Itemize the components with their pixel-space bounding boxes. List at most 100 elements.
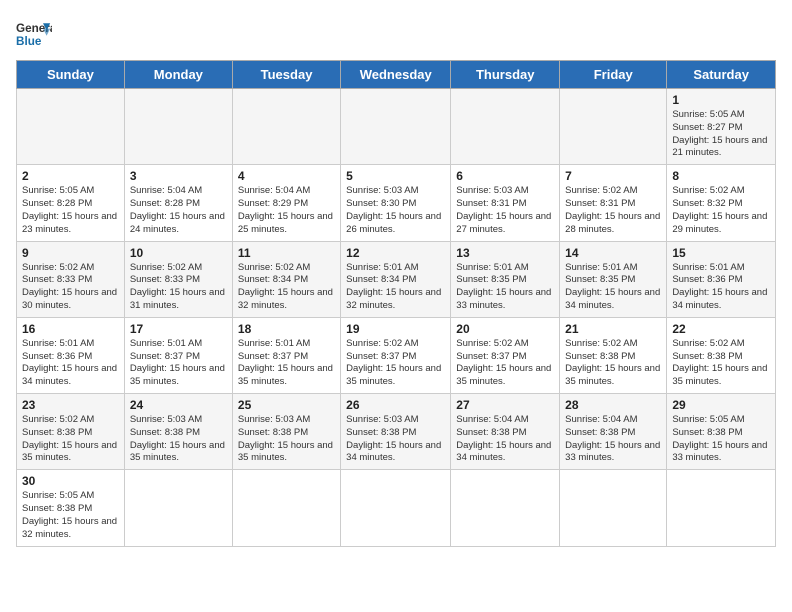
- calendar-cell: 13 Sunrise: 5:01 AM Sunset: 8:35 PM Dayli…: [451, 241, 560, 317]
- calendar-cell: [124, 89, 232, 165]
- header: General Blue: [16, 16, 776, 52]
- days-header-row: SundayMondayTuesdayWednesdayThursdayFrid…: [17, 61, 776, 89]
- day-number: 26: [346, 398, 445, 412]
- day-info: Sunrise: 5:01 AM Sunset: 8:36 PM Dayligh…: [672, 262, 770, 313]
- day-info: Sunrise: 5:03 AM Sunset: 8:38 PM Dayligh…: [238, 414, 335, 465]
- calendar-cell: 3Sunrise: 5:04 AM Sunset: 8:28 PM Daylig…: [124, 165, 232, 241]
- calendar-cell: 25 Sunrise: 5:03 AM Sunset: 8:38 PM Dayli…: [232, 394, 340, 470]
- day-info: Sunrise: 5:02 AM Sunset: 8:38 PM Dayligh…: [565, 338, 661, 389]
- day-number: 8: [672, 169, 770, 183]
- day-number: 10: [130, 246, 227, 260]
- day-info: Sunrise: 5:05 AM Sunset: 8:38 PM Dayligh…: [22, 490, 119, 541]
- day-info: Sunrise: 5:02 AM Sunset: 8:31 PM Dayligh…: [565, 185, 661, 236]
- day-number: 16: [22, 322, 119, 336]
- day-info: Sunrise: 5:01 AM Sunset: 8:36 PM Dayligh…: [22, 338, 119, 389]
- calendar-cell: [17, 89, 125, 165]
- day-number: 24: [130, 398, 227, 412]
- calendar-cell: [560, 470, 667, 546]
- day-info: Sunrise: 5:02 AM Sunset: 8:32 PM Dayligh…: [672, 185, 770, 236]
- calendar-cell: 17 Sunrise: 5:01 AM Sunset: 8:37 PM Dayli…: [124, 317, 232, 393]
- calendar-cell: 12 Sunrise: 5:01 AM Sunset: 8:34 PM Dayli…: [341, 241, 451, 317]
- day-number: 17: [130, 322, 227, 336]
- day-info: Sunrise: 5:05 AM Sunset: 8:38 PM Dayligh…: [672, 414, 770, 465]
- logo-icon: General Blue: [16, 16, 52, 52]
- calendar-cell: 1 Sunrise: 5:05 AM Sunset: 8:27 PM Daylig…: [667, 89, 776, 165]
- day-info: Sunrise: 5:03 AM Sunset: 8:30 PM Dayligh…: [346, 185, 445, 236]
- calendar-cell: [451, 89, 560, 165]
- day-info: Sunrise: 5:02 AM Sunset: 8:34 PM Dayligh…: [238, 262, 335, 313]
- day-number: 5: [346, 169, 445, 183]
- week-row-5: 23Sunrise: 5:02 AM Sunset: 8:38 PM Dayli…: [17, 394, 776, 470]
- calendar-cell: 18 Sunrise: 5:01 AM Sunset: 8:37 PM Dayli…: [232, 317, 340, 393]
- day-info: Sunrise: 5:02 AM Sunset: 8:33 PM Dayligh…: [22, 262, 119, 313]
- day-number: 25: [238, 398, 335, 412]
- calendar-cell: 19 Sunrise: 5:02 AM Sunset: 8:37 PM Dayli…: [341, 317, 451, 393]
- svg-text:Blue: Blue: [16, 35, 42, 48]
- calendar-cell: [341, 470, 451, 546]
- day-header-wednesday: Wednesday: [341, 61, 451, 89]
- day-header-tuesday: Tuesday: [232, 61, 340, 89]
- calendar-cell: 6 Sunrise: 5:03 AM Sunset: 8:31 PM Daylig…: [451, 165, 560, 241]
- day-number: 3: [130, 169, 227, 183]
- calendar-cell: [667, 470, 776, 546]
- day-number: 12: [346, 246, 445, 260]
- day-info: Sunrise: 5:03 AM Sunset: 8:31 PM Dayligh…: [456, 185, 554, 236]
- day-number: 6: [456, 169, 554, 183]
- day-number: 19: [346, 322, 445, 336]
- day-number: 13: [456, 246, 554, 260]
- calendar-cell: 7 Sunrise: 5:02 AM Sunset: 8:31 PM Daylig…: [560, 165, 667, 241]
- day-info: Sunrise: 5:05 AM Sunset: 8:28 PM Dayligh…: [22, 185, 119, 236]
- day-info: Sunrise: 5:04 AM Sunset: 8:29 PM Dayligh…: [238, 185, 335, 236]
- calendar-cell: [232, 470, 340, 546]
- calendar-cell: 5 Sunrise: 5:03 AM Sunset: 8:30 PM Daylig…: [341, 165, 451, 241]
- day-number: 18: [238, 322, 335, 336]
- day-header-monday: Monday: [124, 61, 232, 89]
- day-header-sunday: Sunday: [17, 61, 125, 89]
- day-info: Sunrise: 5:02 AM Sunset: 8:37 PM Dayligh…: [346, 338, 445, 389]
- calendar-cell: 14 Sunrise: 5:01 AM Sunset: 8:35 PM Dayli…: [560, 241, 667, 317]
- day-header-friday: Friday: [560, 61, 667, 89]
- week-row-2: 2 Sunrise: 5:05 AM Sunset: 8:28 PM Daylig…: [17, 165, 776, 241]
- day-info: Sunrise: 5:03 AM Sunset: 8:38 PM Dayligh…: [346, 414, 445, 465]
- calendar-cell: 4 Sunrise: 5:04 AM Sunset: 8:29 PM Daylig…: [232, 165, 340, 241]
- calendar-cell: 22Sunrise: 5:02 AM Sunset: 8:38 PM Dayli…: [667, 317, 776, 393]
- day-info: Sunrise: 5:05 AM Sunset: 8:27 PM Dayligh…: [672, 109, 770, 160]
- calendar-cell: 8 Sunrise: 5:02 AM Sunset: 8:32 PM Daylig…: [667, 165, 776, 241]
- calendar-cell: 24 Sunrise: 5:03 AM Sunset: 8:38 PM Dayli…: [124, 394, 232, 470]
- calendar-cell: [560, 89, 667, 165]
- day-number: 21: [565, 322, 661, 336]
- calendar-table: SundayMondayTuesdayWednesdayThursdayFrid…: [16, 60, 776, 547]
- calendar-cell: [451, 470, 560, 546]
- day-info: Sunrise: 5:01 AM Sunset: 8:35 PM Dayligh…: [456, 262, 554, 313]
- day-info: Sunrise: 5:03 AM Sunset: 8:38 PM Dayligh…: [130, 414, 227, 465]
- calendar-cell: 21 Sunrise: 5:02 AM Sunset: 8:38 PM Dayli…: [560, 317, 667, 393]
- calendar-cell: 11 Sunrise: 5:02 AM Sunset: 8:34 PM Dayli…: [232, 241, 340, 317]
- day-info: Sunrise: 5:01 AM Sunset: 8:37 PM Dayligh…: [238, 338, 335, 389]
- day-number: 14: [565, 246, 661, 260]
- day-info: Sunrise: 5:02 AM Sunset: 8:38 PM Dayligh…: [22, 414, 119, 465]
- calendar-cell: 10Sunrise: 5:02 AM Sunset: 8:33 PM Dayli…: [124, 241, 232, 317]
- calendar-cell: 28Sunrise: 5:04 AM Sunset: 8:38 PM Dayli…: [560, 394, 667, 470]
- day-info: Sunrise: 5:01 AM Sunset: 8:34 PM Dayligh…: [346, 262, 445, 313]
- logo: General Blue: [16, 16, 52, 52]
- week-row-1: 1 Sunrise: 5:05 AM Sunset: 8:27 PM Daylig…: [17, 89, 776, 165]
- day-info: Sunrise: 5:04 AM Sunset: 8:38 PM Dayligh…: [456, 414, 554, 465]
- day-number: 2: [22, 169, 119, 183]
- day-number: 15: [672, 246, 770, 260]
- day-number: 11: [238, 246, 335, 260]
- day-info: Sunrise: 5:01 AM Sunset: 8:37 PM Dayligh…: [130, 338, 227, 389]
- day-info: Sunrise: 5:02 AM Sunset: 8:37 PM Dayligh…: [456, 338, 554, 389]
- day-number: 30: [22, 474, 119, 488]
- day-info: Sunrise: 5:01 AM Sunset: 8:35 PM Dayligh…: [565, 262, 661, 313]
- calendar-cell: 23Sunrise: 5:02 AM Sunset: 8:38 PM Dayli…: [17, 394, 125, 470]
- day-number: 7: [565, 169, 661, 183]
- calendar-cell: 30 Sunrise: 5:05 AM Sunset: 8:38 PM Dayli…: [17, 470, 125, 546]
- day-number: 4: [238, 169, 335, 183]
- calendar-cell: [124, 470, 232, 546]
- week-row-3: 9 Sunrise: 5:02 AM Sunset: 8:33 PM Daylig…: [17, 241, 776, 317]
- calendar-cell: 15 Sunrise: 5:01 AM Sunset: 8:36 PM Dayli…: [667, 241, 776, 317]
- calendar-cell: 29Sunrise: 5:05 AM Sunset: 8:38 PM Dayli…: [667, 394, 776, 470]
- day-number: 9: [22, 246, 119, 260]
- day-number: 1: [672, 93, 770, 107]
- calendar-cell: [341, 89, 451, 165]
